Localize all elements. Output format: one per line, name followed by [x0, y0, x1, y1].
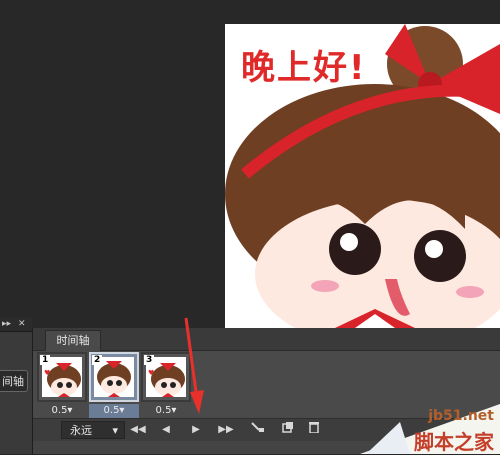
panel-titlebar: ▸▸ ✕ [0, 318, 32, 332]
frame-number: 3 [144, 355, 155, 365]
timeline-panel-button[interactable]: 间轴 [0, 370, 28, 392]
image-canvas[interactable]: 晚上好! [225, 24, 500, 328]
frame-delay-3[interactable]: 0.5▾ [141, 404, 191, 418]
next-frame-button[interactable]: ▶▶ [215, 421, 237, 439]
frame-number: 1 [40, 355, 51, 365]
loop-options-select[interactable]: 永远 ▾ [61, 421, 125, 439]
tween-icon[interactable] [247, 421, 269, 439]
document-workspace: 晚上好! [0, 0, 500, 328]
timeline-controls: 永远 ▾ ◀◀ ◀ ▶ ▶▶ [33, 418, 500, 441]
timeline-header: 时间轴 [33, 328, 500, 351]
timeline-statusbar [33, 441, 500, 454]
close-icon[interactable]: ✕ [18, 318, 26, 331]
previous-frame-button[interactable]: ◀ [155, 421, 177, 439]
animation-frame-1[interactable]: 1 ♥ [37, 352, 87, 402]
timeline-panel: 时间轴 1 ♥ 0.5▾ 2 0.5▾ 3 ♥ 0.5▾ 永远 ▾ ◀◀ ◀ ▶… [32, 328, 500, 454]
play-button[interactable]: ▶ [185, 421, 207, 439]
tab-timeline[interactable]: 时间轴 [45, 330, 101, 351]
left-collapsed-panel: ▸▸ ✕ 间轴 [0, 318, 32, 454]
expand-panel-icon[interactable]: ▸▸ [2, 318, 11, 331]
svg-text:♥: ♥ [44, 369, 50, 377]
animation-frame-3[interactable]: 3 ♥ [141, 352, 191, 402]
animation-frame-2[interactable]: 2 [89, 352, 139, 402]
first-frame-button[interactable]: ◀◀ [127, 421, 149, 439]
chevron-down-icon: ▾ [112, 424, 118, 437]
frame-number: 2 [92, 355, 103, 365]
trash-icon[interactable] [303, 421, 325, 439]
loop-label: 永远 [70, 424, 92, 437]
duplicate-frame-icon[interactable] [277, 421, 299, 439]
frame-delay-2[interactable]: 0.5▾ [89, 404, 139, 418]
frame-delay-1[interactable]: 0.5▾ [37, 404, 87, 418]
greeting-text: 晚上好! [241, 48, 367, 88]
svg-text:♥: ♥ [148, 369, 154, 377]
